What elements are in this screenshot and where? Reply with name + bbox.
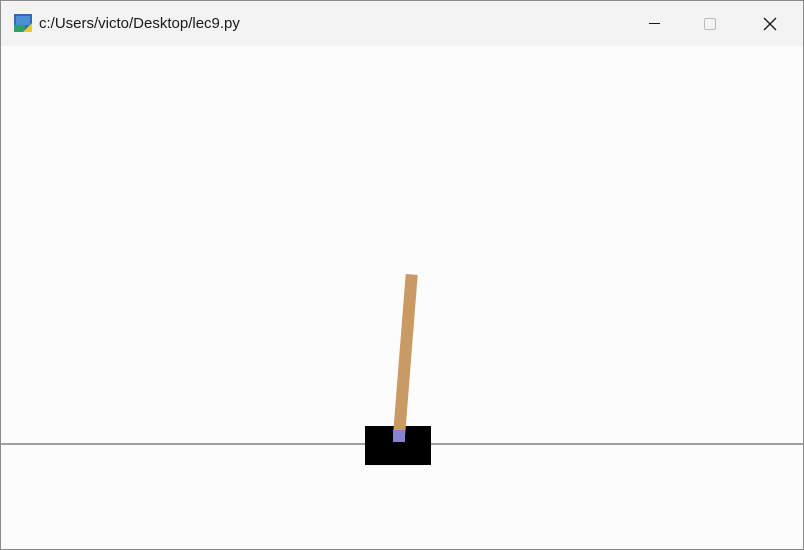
python-icon xyxy=(14,14,32,32)
title-bar[interactable]: c:/Users/victo/Desktop/lec9.py xyxy=(1,1,803,46)
maximize-icon xyxy=(704,17,716,30)
render-area xyxy=(1,46,803,549)
pole xyxy=(393,274,418,437)
maximize-button[interactable] xyxy=(687,1,733,46)
window-title: c:/Users/victo/Desktop/lec9.py xyxy=(39,15,240,32)
close-icon xyxy=(763,17,777,30)
app-window: c:/Users/victo/Desktop/lec9.py xyxy=(0,0,804,550)
axle xyxy=(393,430,405,442)
close-button[interactable] xyxy=(747,1,793,46)
minimize-icon xyxy=(648,23,660,24)
minimize-button[interactable] xyxy=(631,1,677,46)
cartpole-scene xyxy=(1,46,803,549)
